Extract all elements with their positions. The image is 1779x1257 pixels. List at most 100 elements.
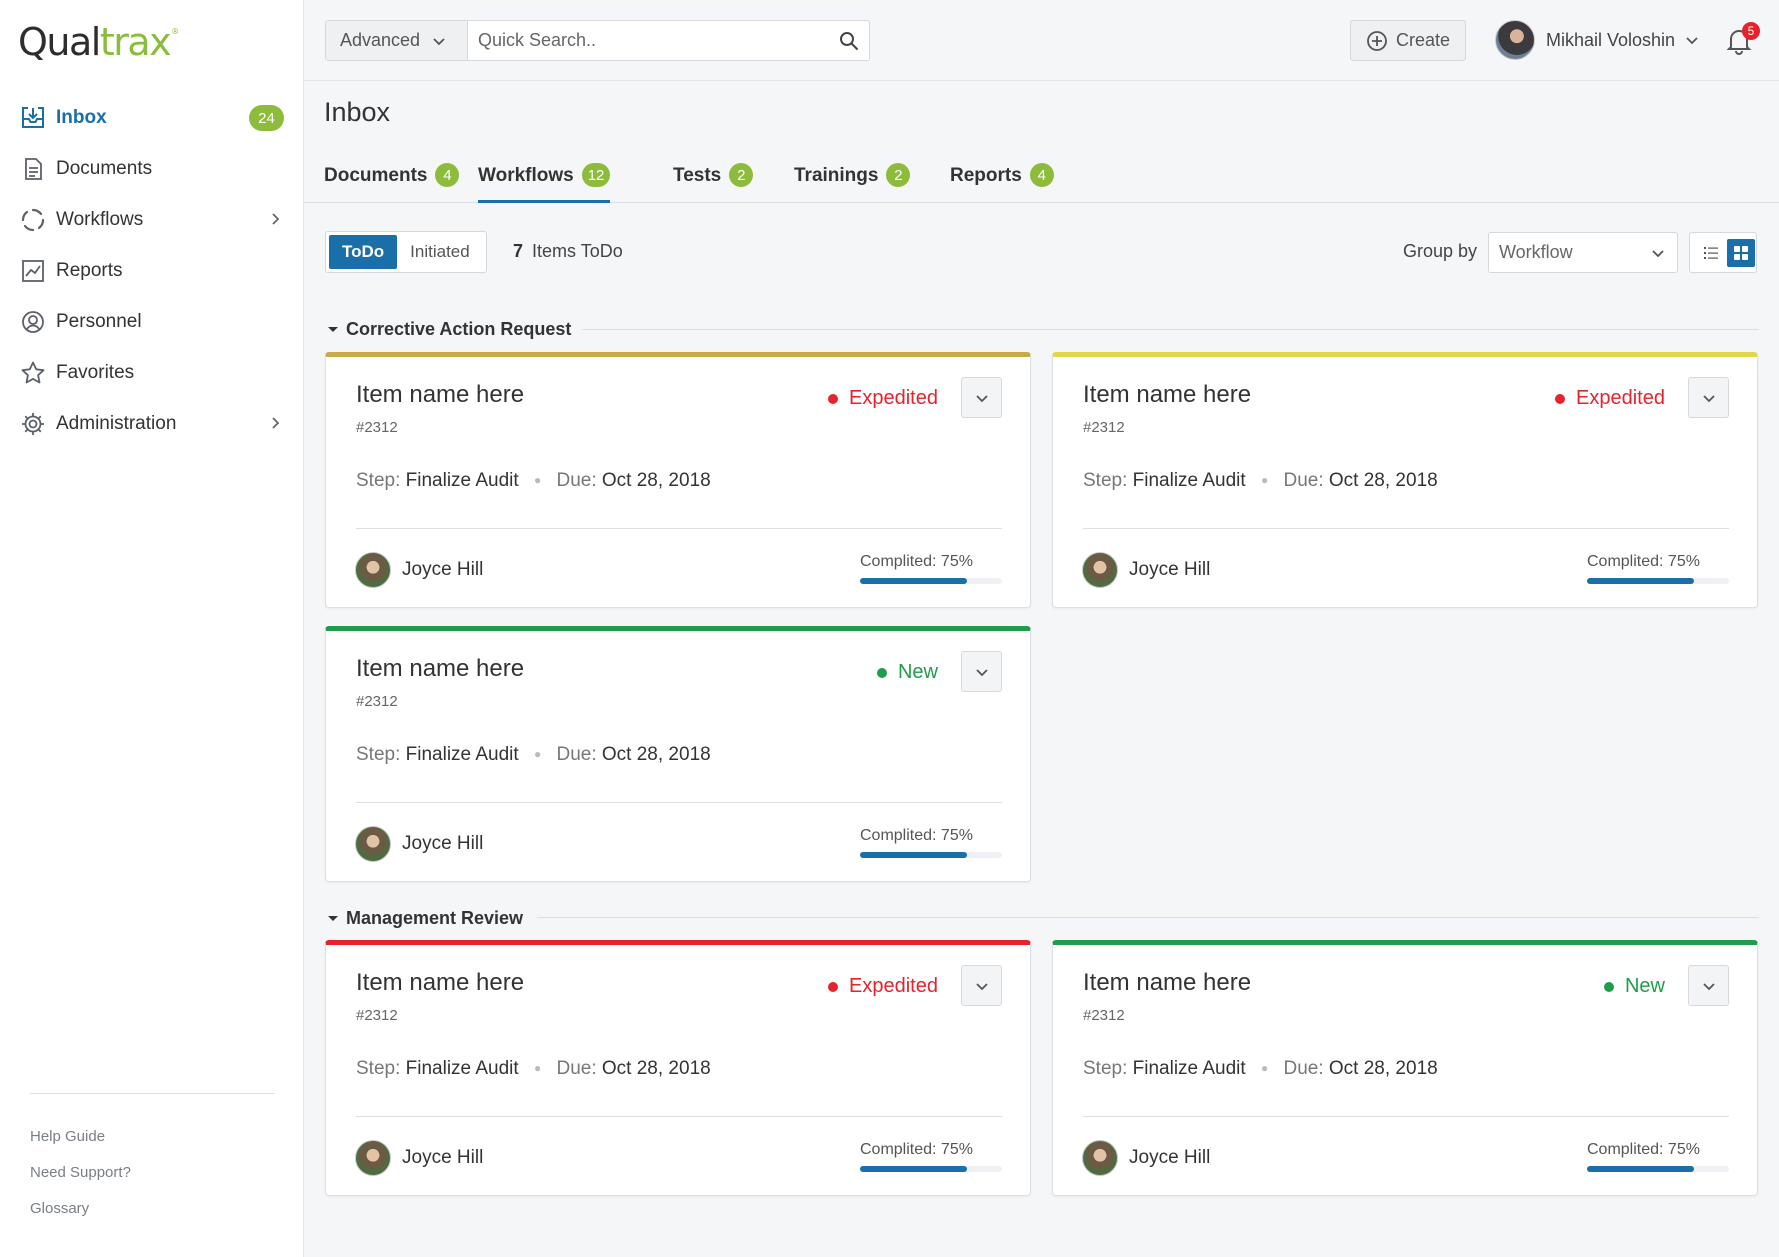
initiated-filter-button[interactable]: Initiated [397, 235, 483, 269]
gear-icon [20, 411, 46, 437]
card-divider [356, 1116, 1002, 1117]
assignee-name: Joyce Hill [1129, 1147, 1211, 1168]
search-button[interactable] [829, 21, 869, 60]
sidebar-item-reports[interactable]: Reports [0, 245, 304, 296]
group-header-corrective-action[interactable]: Corrective Action Request [328, 317, 571, 341]
tab-documents[interactable]: Documents 4 [324, 157, 460, 203]
workflow-card[interactable]: Item name here #2312 Expedited Step: Fin… [1052, 352, 1758, 608]
chevron-down-icon [974, 664, 990, 680]
group-divider [582, 329, 1759, 330]
group-name: Management Review [346, 907, 524, 928]
progress-fill [1587, 578, 1694, 584]
user-avatar [1495, 20, 1535, 60]
caret-down-icon [328, 913, 338, 923]
progress-fill [1587, 1166, 1694, 1172]
advanced-search-dropdown[interactable]: Advanced [326, 21, 468, 60]
workflow-card[interactable]: Item name here #2312 Expedited Step: Fin… [325, 352, 1031, 608]
card-number: #2312 [1083, 419, 1125, 436]
assignee-name: Joyce Hill [1129, 559, 1211, 580]
status-indicator: New [1603, 975, 1665, 998]
card-assignee: Joyce Hill [355, 1140, 483, 1176]
card-menu-button[interactable] [961, 651, 1002, 692]
tab-label: Reports [950, 165, 1022, 186]
card-divider [356, 802, 1002, 803]
grid-view-button[interactable] [1727, 238, 1755, 267]
sidebar-item-inbox[interactable]: Inbox 24 [0, 92, 304, 143]
status-indicator: Expedited [828, 387, 938, 410]
card-title[interactable]: Item name here [1083, 381, 1251, 409]
glossary-link[interactable]: Glossary [30, 1200, 131, 1236]
chevron-down-icon [1685, 33, 1699, 47]
due-value: Oct 28, 2018 [601, 470, 711, 491]
workflow-card[interactable]: Item name here #2312 New Step: Finalize … [1052, 940, 1758, 1196]
status-dot-icon [828, 393, 839, 404]
sidebar-item-favorites[interactable]: Favorites [0, 347, 304, 398]
quick-search-input[interactable] [468, 21, 829, 60]
sidebar-item-workflows[interactable]: Workflows [0, 194, 304, 245]
step-label: Step: [1083, 470, 1128, 491]
workflow-card[interactable]: Item name here #2312 Expedited Step: Fin… [325, 940, 1031, 1196]
card-title[interactable]: Item name here [1083, 969, 1251, 997]
need-support-link[interactable]: Need Support? [30, 1164, 131, 1200]
card-menu-button[interactable] [961, 377, 1002, 418]
tab-reports[interactable]: Reports 4 [950, 157, 1054, 203]
group-by-select[interactable]: Workflow [1488, 232, 1678, 273]
inbox-icon [20, 105, 46, 131]
notifications-button[interactable]: 5 [1724, 22, 1760, 62]
card-progress: Complited: 75% [860, 827, 1002, 858]
card-meta: Step: Finalize Audit ● Due: Oct 28, 2018 [356, 470, 711, 492]
progress-track [860, 578, 1002, 584]
tab-tests[interactable]: Tests 2 [673, 157, 754, 203]
todo-filter-button[interactable]: ToDo [329, 235, 398, 269]
status-label: Expedited [849, 975, 938, 997]
content-tabs: Documents 4 Workflows 12 Tests 2 Trainin… [304, 157, 1779, 203]
status-label: Expedited [1576, 387, 1665, 409]
step-label: Step: [356, 470, 401, 491]
progress-label: Complited: 75% [860, 1141, 973, 1158]
card-title[interactable]: Item name here [356, 381, 524, 409]
top-bar: Advanced Create Mikhail Voloshin 5 [304, 0, 1779, 81]
card-menu-button[interactable] [1688, 965, 1729, 1006]
list-view-button[interactable] [1697, 239, 1725, 267]
items-count-number: 7 [513, 241, 524, 261]
workflow-icon [20, 207, 46, 233]
sidebar-item-label: Reports [56, 259, 123, 281]
card-title[interactable]: Item name here [356, 655, 524, 683]
status-label: New [897, 661, 938, 683]
group-header-management-review[interactable]: Management Review [328, 906, 523, 930]
user-menu[interactable]: Mikhail Voloshin [1495, 19, 1699, 61]
card-menu-button[interactable] [961, 965, 1002, 1006]
card-meta: Step: Finalize Audit ● Due: Oct 28, 2018 [1083, 1058, 1438, 1080]
step-value: Finalize Audit [1132, 470, 1246, 491]
qualtrax-logo[interactable]: Qual trax ® [18, 20, 179, 64]
sidebar-item-personnel[interactable]: Personnel [0, 296, 304, 347]
sidebar-item-administration[interactable]: Administration [0, 398, 304, 449]
progress-label: Complited: 75% [1587, 553, 1700, 570]
page-title: Inbox [324, 97, 391, 127]
workflow-card[interactable]: Item name here #2312 New Step: Finalize … [325, 626, 1031, 882]
items-count-label: Items ToDo [532, 241, 623, 261]
progress-label: Complited: 75% [1587, 1141, 1700, 1158]
help-guide-link[interactable]: Help Guide [30, 1128, 131, 1164]
assignee-name: Joyce Hill [402, 559, 484, 580]
status-indicator: Expedited [1555, 387, 1665, 410]
notification-count-badge: 5 [1742, 22, 1760, 40]
group-by-label: Group by [1403, 241, 1478, 261]
card-divider [356, 528, 1002, 529]
card-number: #2312 [356, 1007, 398, 1024]
step-label: Step: [356, 744, 401, 765]
tab-count-badge: 4 [435, 163, 460, 187]
search-icon [839, 31, 859, 51]
sidebar-item-documents[interactable]: Documents [0, 143, 304, 194]
assignee-avatar [355, 826, 391, 862]
tab-trainings[interactable]: Trainings 2 [794, 157, 911, 203]
create-button[interactable]: Create [1350, 20, 1466, 61]
card-menu-button[interactable] [1688, 377, 1729, 418]
step-value: Finalize Audit [405, 470, 519, 491]
tab-workflows[interactable]: Workflows 12 [478, 157, 611, 203]
due-value: Oct 28, 2018 [1328, 470, 1438, 491]
inbox-count-badge: 24 [249, 105, 284, 131]
card-title[interactable]: Item name here [356, 969, 524, 997]
status-dot-icon [828, 981, 839, 992]
step-value: Finalize Audit [1132, 1058, 1246, 1079]
